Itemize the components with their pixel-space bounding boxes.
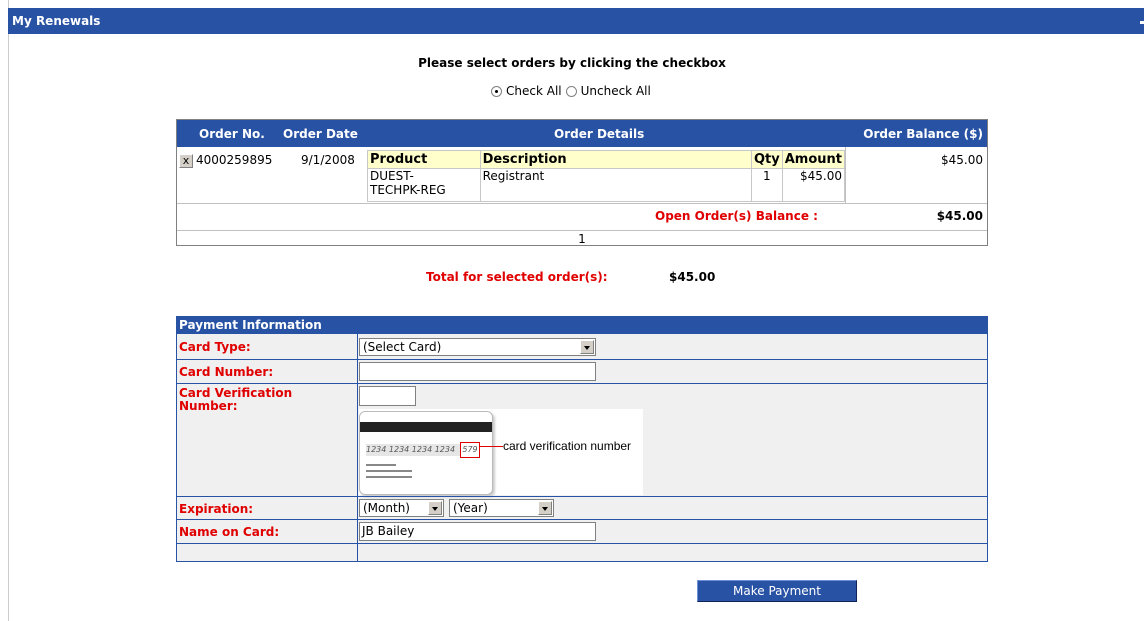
page-title-bar: My Renewals [8,8,1144,34]
remove-order-checkbox[interactable]: x [179,154,193,168]
chevron-down-icon[interactable] [428,501,442,515]
payment-section-title: Payment Information [177,317,987,334]
row-divider [177,543,987,544]
card-signature-line [366,464,396,466]
card-signature-line [366,470,412,472]
page-left-border [0,0,9,621]
name-on-card-input[interactable]: JB Bailey [359,522,596,541]
check-all-radio[interactable] [491,85,502,97]
chevron-down-icon[interactable] [538,501,552,515]
check-options: Check All Uncheck All [491,84,655,98]
minimize-icon[interactable] [1140,21,1144,24]
details-description: Registrant [479,168,752,202]
details-qty: 1 [750,168,783,202]
details-amount: $45.00 [781,168,846,202]
total-selected-value: $45.00 [669,270,716,284]
expiration-year-select[interactable]: (Year) [449,499,554,517]
card-number-label: Card Number: [179,365,274,379]
col-order-date: Order Date [283,127,358,141]
details-qty-header: Qty [750,150,783,169]
uncheck-all-radio[interactable] [565,85,577,97]
page-title: My Renewals [12,14,101,28]
check-all-label[interactable]: Check All [506,84,562,98]
instructions-text: Please select orders by clicking the che… [418,56,726,70]
payment-column-divider [357,334,358,562]
chevron-down-icon[interactable] [580,340,594,354]
balance-column-divider [845,147,846,203]
card-type-value: (Select Card) [363,340,442,354]
row-divider [177,359,987,360]
details-product: DUEST- TECHPK-REG [367,168,481,202]
expiration-label: Expiration: [179,502,254,516]
order-details-row: DUEST- TECHPK-REG Registrant 1 $45.00 [367,168,846,202]
card-magnetic-stripe [360,422,492,432]
row-divider [177,519,987,520]
orders-row-divider [177,203,987,204]
details-product-line2: TECHPK-REG [370,183,446,197]
col-order-details: Order Details [554,127,645,141]
details-description-header: Description [479,150,752,169]
credit-card-image: 1234 1234 1234 1234 579 [359,411,493,495]
details-amount-header: Amount [781,150,846,169]
details-product-header: Product [367,150,481,169]
cvv-pointer-line [479,446,503,447]
col-order-balance: Order Balance ($) [863,127,983,141]
order-date: 9/1/2008 [301,153,355,167]
total-selected-label: Total for selected order(s): [426,270,608,284]
card-number-input[interactable] [359,362,596,381]
open-balance-label: Open Order(s) Balance : [655,209,818,223]
expiration-month-value: (Month) [363,501,410,515]
orders-table: Order No. Order Date Order Details Order… [176,119,988,246]
pagination-page-1[interactable]: 1 [177,232,987,246]
cvv-label: Card Verification Number: [179,387,292,413]
cvv-illustration: 1234 1234 1234 1234 579 card verificatio… [359,409,643,495]
cvv-input[interactable] [359,386,416,406]
payment-information-table: Payment Information Card Type: (Select C… [176,316,988,562]
uncheck-all-label[interactable]: Uncheck All [581,84,651,98]
order-details-header-row: Product Description Qty Amount [367,150,846,169]
col-order-no: Order No. [199,127,265,141]
orders-footer-divider [177,230,987,231]
cvv-label-line2: Number: [179,399,238,413]
order-details-table: Product Description Qty Amount DUEST- TEC… [367,150,846,202]
orders-table-header: Order No. Order Date Order Details Order… [177,120,987,147]
card-type-label: Card Type: [179,340,251,354]
expiration-month-select[interactable]: (Month) [359,499,444,517]
card-type-select[interactable]: (Select Card) [359,338,596,356]
order-number: 4000259895 [196,153,273,167]
row-divider [177,496,987,497]
details-product-line1: DUEST- [370,169,414,183]
card-cvv-code: 579 [460,442,480,458]
open-balance-value: $45.00 [936,209,983,223]
cvv-label-line1: Card Verification [179,386,293,400]
make-payment-button[interactable]: Make Payment [697,580,857,602]
cvv-caption: card verification number [503,439,632,453]
row-divider [177,383,987,384]
order-balance: $45.00 [941,153,983,167]
name-on-card-label: Name on Card: [179,525,280,539]
card-signature-line [366,476,412,478]
expiration-year-value: (Year) [453,501,488,515]
